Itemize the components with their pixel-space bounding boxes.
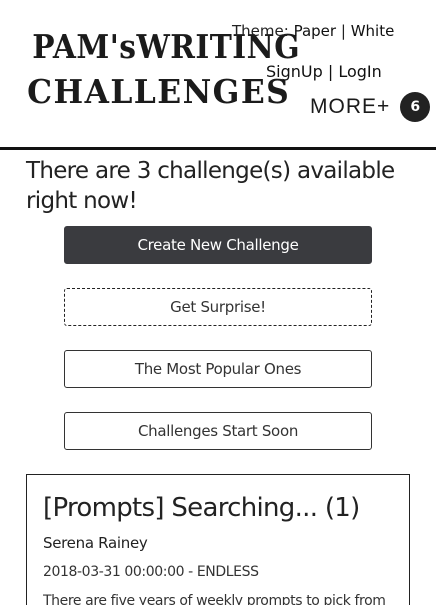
start-soon-button[interactable]: Challenges Start Soon — [64, 412, 372, 450]
challenge-title[interactable]: [Prompts] Searching... (1) — [43, 493, 360, 523]
theme-option-white[interactable]: White — [351, 22, 395, 40]
login-link[interactable]: LogIn — [338, 62, 381, 81]
site-header: PAM'sWRITING CHALLENGES Theme: Paper | W… — [0, 0, 436, 150]
more-label: MORE+ — [310, 95, 391, 118]
logo-line-1: PAM'sWRITING — [32, 27, 301, 66]
more-menu-button[interactable]: MORE+ 6 — [310, 92, 431, 122]
page-headline: There are 3 challenge(s) available right… — [26, 158, 395, 214]
challenge-author[interactable]: Serena Rainey — [43, 534, 148, 552]
challenge-date: 2018-03-31 00:00:00 - ENDLESS — [43, 564, 259, 580]
challenge-card[interactable]: [Prompts] Searching... (1) Serena Rainey… — [26, 474, 410, 605]
theme-switcher: Theme: Paper | White — [232, 22, 394, 40]
more-count-badge: 6 — [400, 92, 431, 122]
most-popular-button[interactable]: The Most Popular Ones — [64, 350, 372, 388]
logo-line-2: CHALLENGES — [27, 72, 291, 111]
signup-link[interactable]: SignUp — [266, 62, 323, 81]
theme-option-paper[interactable]: Paper — [294, 22, 336, 40]
create-challenge-button[interactable]: Create New Challenge — [64, 226, 372, 264]
site-logo[interactable]: PAM'sWRITING CHALLENGES — [22, 27, 301, 111]
get-surprise-button[interactable]: Get Surprise! — [64, 288, 372, 326]
auth-links: SignUp | LogIn — [266, 62, 382, 81]
theme-label: Theme: — [232, 22, 289, 40]
auth-separator: | — [327, 62, 334, 81]
challenge-description: There are five years of weekly prompts t… — [43, 593, 386, 605]
theme-separator: | — [340, 22, 346, 40]
